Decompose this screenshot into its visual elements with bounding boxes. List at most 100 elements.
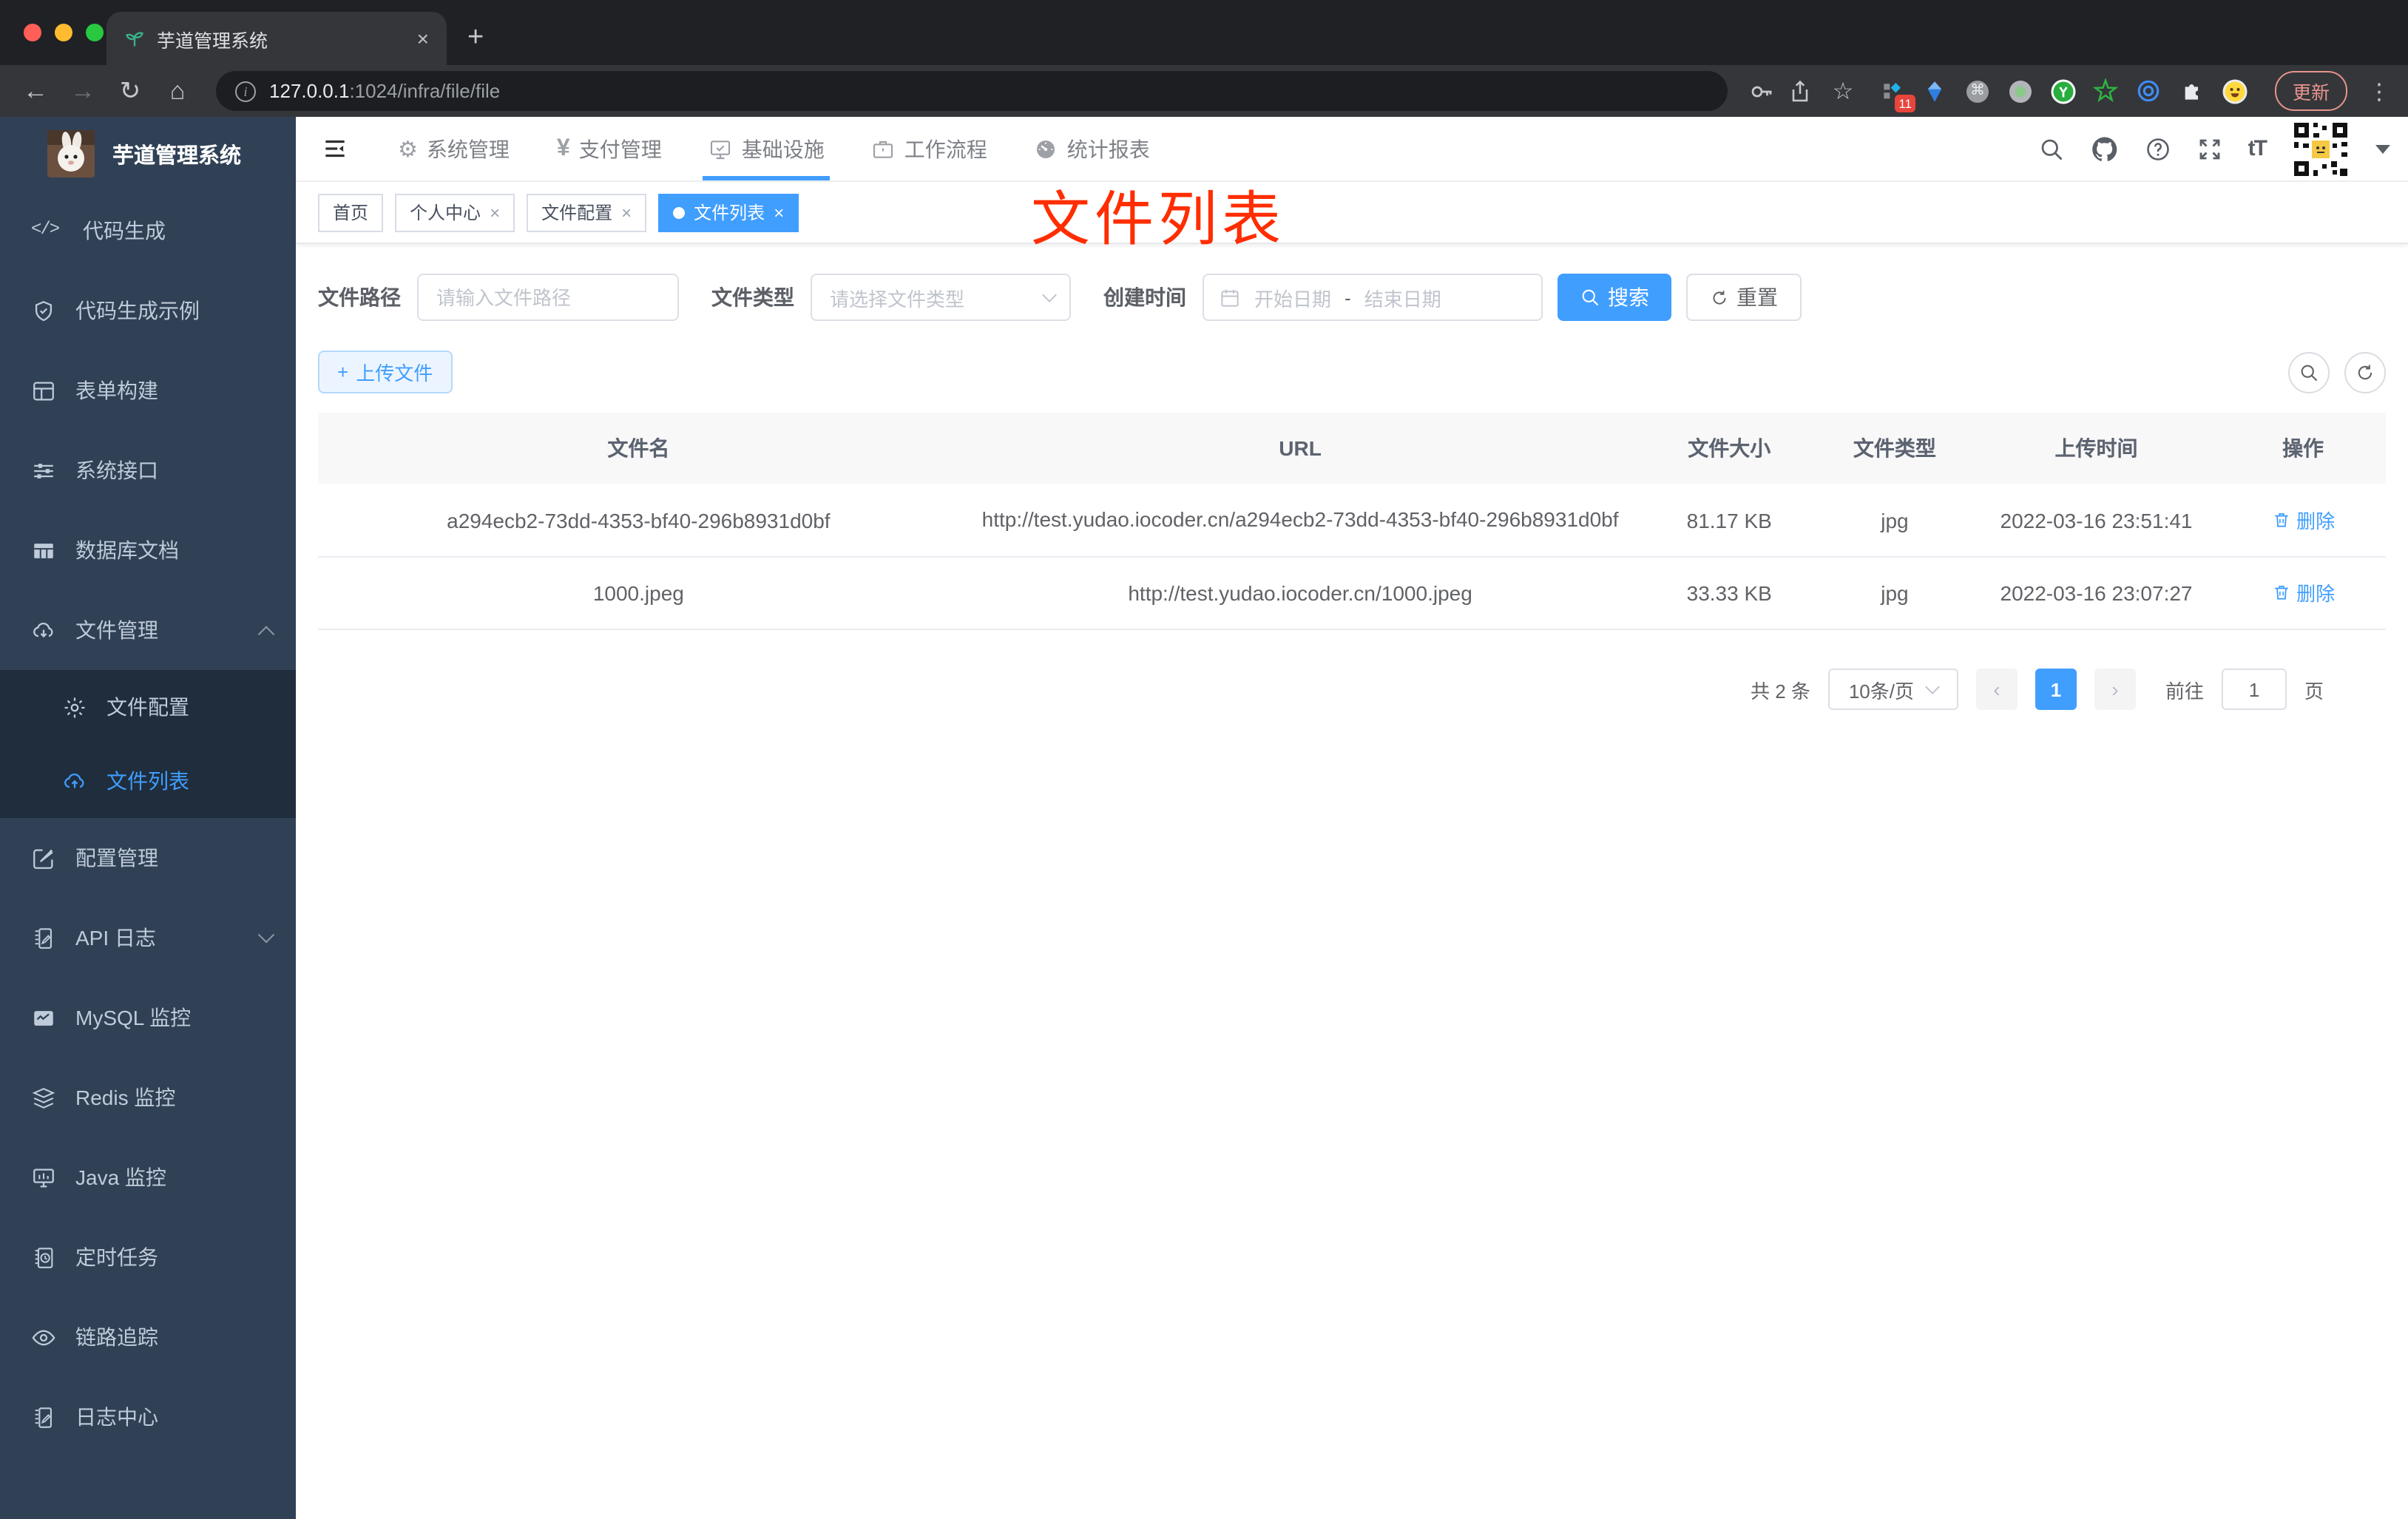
extension-kite-icon[interactable]: [1921, 78, 1948, 104]
next-page-button[interactable]: ›: [2094, 669, 2136, 711]
fullscreen-icon[interactable]: [2196, 135, 2223, 162]
search-icon[interactable]: [2038, 135, 2065, 162]
browser-tab[interactable]: 芋道管理系统 ×: [106, 12, 447, 65]
tab-close-icon[interactable]: ×: [417, 28, 429, 49]
search-button[interactable]: 搜索: [1558, 274, 1671, 321]
tag-file-config[interactable]: 文件配置 ×: [527, 193, 647, 231]
sidebar-item-code-gen[interactable]: </> 代码生成: [0, 191, 296, 271]
top-menu-workflow[interactable]: 工作流程: [848, 117, 1011, 180]
table-row: a294ecb2-73dd-4353-bf40-296b8931d0bf htt…: [318, 484, 2386, 558]
tag-label: 首页: [333, 203, 369, 223]
sidebar-item-form-builder[interactable]: 表单构建: [0, 351, 296, 430]
reload-icon[interactable]: ↻: [112, 76, 148, 106]
plus-icon: +: [337, 361, 349, 383]
extensions-puzzle-icon[interactable]: [2179, 78, 2205, 104]
help-question-icon[interactable]: [2145, 135, 2171, 162]
browser-menu-icon[interactable]: ⋮: [2368, 78, 2390, 104]
upload-button-label: 上传文件: [356, 362, 433, 385]
sidebar-item-code-demo[interactable]: 代码生成示例: [0, 271, 296, 351]
top-menu-system[interactable]: ⚙ 系统管理: [374, 117, 533, 180]
browser-tab-strip: 芋道管理系统 × +: [0, 0, 2408, 65]
file-path-input[interactable]: [436, 286, 660, 308]
page-number-1[interactable]: 1: [2035, 669, 2077, 711]
extension-dot-icon[interactable]: [2007, 78, 2034, 104]
minimize-window-button[interactable]: [55, 24, 72, 41]
address-bar[interactable]: i 127.0.0.1:1024/infra/file/file: [216, 71, 1728, 111]
top-menu-payment[interactable]: ¥ 支付管理: [533, 117, 686, 180]
home-icon[interactable]: ⌂: [160, 76, 195, 106]
top-menu-report[interactable]: 统计报表: [1011, 117, 1174, 180]
sidebar-item-config-mgmt[interactable]: 配置管理: [0, 818, 296, 898]
sidebar-item-log-center[interactable]: 日志中心: [0, 1377, 296, 1457]
date-range-picker[interactable]: 开始日期 - 结束日期: [1203, 274, 1543, 321]
forward-icon[interactable]: →: [65, 76, 101, 106]
sidebar-item-file-mgmt[interactable]: 文件管理: [0, 590, 296, 670]
extension-y-icon[interactable]: [2050, 78, 2077, 104]
password-key-icon[interactable]: [1748, 78, 1775, 104]
bookmark-star-icon[interactable]: ☆: [1825, 76, 1861, 106]
tag-home[interactable]: 首页: [318, 193, 384, 231]
extension-command-icon[interactable]: ⌘: [1964, 78, 1991, 104]
sidebar-item-trace[interactable]: 链路追踪: [0, 1297, 296, 1377]
sidebar-item-db-doc[interactable]: 数据库文档: [0, 510, 296, 590]
sidebar-menu: </> 代码生成 代码生成示例 表单构建 系统接口 数据库文档 文件管理 文件配…: [0, 191, 296, 1457]
goto-page-input[interactable]: [2221, 669, 2287, 711]
sidebar-item-label: 链路追踪: [75, 1325, 158, 1349]
col-header-time: 上传时间: [2054, 436, 2138, 461]
top-menu-infrastructure[interactable]: 基础设施: [686, 117, 848, 180]
tag-file-list[interactable]: 文件列表 ×: [658, 193, 799, 231]
delete-button[interactable]: 删除: [2271, 506, 2335, 534]
share-icon[interactable]: [1787, 78, 1813, 104]
sidebar-item-file-list[interactable]: 文件列表: [0, 744, 296, 818]
sidebar-item-system-api[interactable]: 系统接口: [0, 430, 296, 510]
cloud-download-icon: [31, 618, 56, 643]
extension-emoji-icon[interactable]: [2222, 78, 2248, 104]
table-search-toggle-button[interactable]: [2288, 351, 2330, 393]
reset-button[interactable]: 重置: [1686, 274, 1802, 321]
sidebar-logo-row[interactable]: 芋道管理系统: [0, 117, 296, 191]
upload-file-button[interactable]: + 上传文件: [318, 351, 453, 393]
cell-time: 2022-03-16 23:51:41: [2000, 508, 2193, 532]
sidebar-item-api-log[interactable]: API 日志: [0, 898, 296, 978]
create-time-label: 创建时间: [1103, 285, 1186, 309]
extension-target-icon[interactable]: [2136, 78, 2162, 104]
close-window-button[interactable]: [24, 24, 41, 41]
avatar-caret-down-icon[interactable]: [2375, 144, 2390, 153]
extensions-area: 11 ⌘: [1878, 78, 2248, 112]
sidebar-item-redis-monitor[interactable]: Redis 监控: [0, 1058, 296, 1137]
browser-toolbar: ← → ↻ ⌂ i 127.0.0.1:1024/infra/file/file…: [0, 65, 2408, 117]
back-icon[interactable]: ←: [18, 76, 53, 106]
browser-update-button[interactable]: 更新: [2274, 71, 2347, 111]
date-end-placeholder[interactable]: 结束日期: [1364, 283, 1441, 311]
extension-star-icon[interactable]: [2093, 78, 2120, 104]
cell-type: jpg: [1881, 581, 1909, 605]
table-refresh-button[interactable]: [2344, 351, 2386, 393]
site-info-icon[interactable]: i: [235, 81, 256, 101]
window-controls[interactable]: [24, 24, 104, 41]
code-icon: </>: [31, 218, 60, 239]
github-icon[interactable]: [2090, 134, 2120, 163]
cell-type: jpg: [1881, 508, 1909, 532]
tag-profile[interactable]: 个人中心 ×: [395, 193, 515, 231]
sidebar-collapse-button[interactable]: [296, 135, 374, 163]
extension-diamond-icon[interactable]: 11: [1878, 78, 1915, 112]
tag-close-icon[interactable]: ×: [490, 202, 500, 223]
new-tab-button[interactable]: +: [467, 22, 484, 55]
sidebar-item-java-monitor[interactable]: Java 监控: [0, 1137, 296, 1217]
sidebar-submenu-file: 文件配置 文件列表: [0, 670, 296, 818]
sidebar-item-file-config[interactable]: 文件配置: [0, 670, 296, 744]
file-type-select[interactable]: 请选择文件类型: [811, 274, 1071, 321]
sidebar-item-scheduled-task[interactable]: 定时任务: [0, 1217, 296, 1297]
prev-page-button[interactable]: ‹: [1975, 669, 2018, 711]
tag-close-icon[interactable]: ×: [774, 202, 784, 223]
sidebar-item-label: 日志中心: [75, 1405, 158, 1429]
tag-close-icon[interactable]: ×: [621, 202, 632, 223]
sidebar-item-mysql-monitor[interactable]: MySQL 监控: [0, 978, 296, 1058]
zoom-window-button[interactable]: [86, 24, 104, 41]
date-start-placeholder[interactable]: 开始日期: [1254, 283, 1331, 311]
page-size-select[interactable]: 10条/页: [1827, 669, 1958, 711]
delete-button[interactable]: 删除: [2271, 579, 2335, 607]
user-avatar-qr[interactable]: [2291, 119, 2350, 178]
sidebar-item-label: 定时任务: [75, 1245, 158, 1269]
font-size-icon[interactable]: tT: [2248, 136, 2267, 161]
